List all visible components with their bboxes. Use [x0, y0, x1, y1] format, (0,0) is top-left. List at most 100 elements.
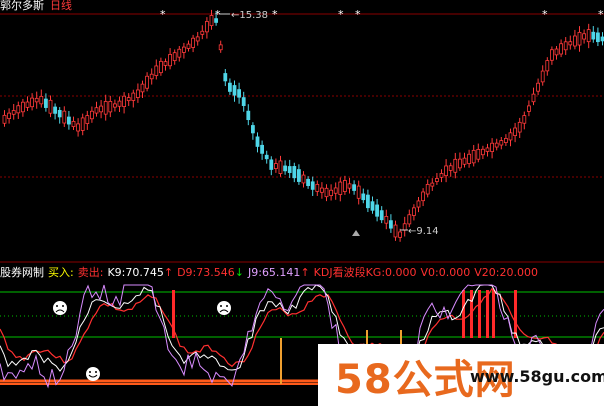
candle-body	[338, 181, 343, 195]
candle-body	[103, 101, 108, 115]
candle-body	[99, 105, 103, 113]
price-candles	[2, 9, 604, 242]
buy-signal-bar	[280, 338, 282, 384]
price-grid	[0, 13, 604, 263]
candle-body	[421, 191, 426, 202]
candle-body	[200, 30, 205, 35]
candle-body	[356, 185, 361, 199]
candle-body	[416, 200, 421, 208]
candle-body	[67, 116, 71, 125]
candle-body	[34, 97, 39, 103]
candle-body	[131, 92, 136, 101]
candle-body	[191, 37, 196, 48]
candle-body	[149, 73, 154, 80]
candle-body	[342, 180, 347, 192]
candle-body	[181, 46, 186, 53]
candle-body	[324, 187, 329, 198]
marker-star: *	[542, 8, 548, 21]
svg-text:←15.38: ←15.38	[231, 10, 268, 21]
candle-body	[2, 114, 7, 124]
candle-body	[273, 163, 278, 170]
candle-body	[140, 83, 145, 93]
buy-label: 买入:	[48, 266, 74, 279]
candle-body	[536, 82, 540, 92]
candle-body	[480, 148, 485, 156]
candle-body	[241, 97, 246, 106]
stock-name: 郭尔多斯	[0, 0, 44, 12]
candle-body	[264, 154, 269, 160]
v0-label: V0:	[420, 266, 439, 279]
candle-body	[227, 82, 232, 92]
candle-body	[402, 223, 407, 231]
k9-value: 70.745	[125, 266, 164, 279]
d9-arrow: ↓	[234, 266, 244, 279]
candle-body	[568, 41, 573, 46]
watermark-url[interactable]: www.58gu.com	[470, 367, 604, 386]
candle-body	[48, 99, 53, 114]
candle-body	[80, 117, 85, 131]
candle-body	[365, 194, 370, 209]
candle-body	[352, 184, 357, 191]
candle-body	[490, 142, 495, 152]
candle-body	[163, 61, 168, 66]
candle-body	[425, 183, 430, 195]
candle-body	[301, 174, 306, 184]
sad-face-icon	[53, 301, 67, 315]
svg-text:←9.14: ←9.14	[408, 226, 439, 237]
d9-label: D9:	[177, 266, 197, 279]
k9-label: K9:	[107, 266, 126, 279]
sell-signal-bar	[492, 290, 495, 338]
marker-star: *	[598, 8, 604, 21]
candle-body	[596, 32, 600, 43]
candle-body	[467, 153, 472, 164]
candle-body	[246, 110, 251, 121]
candle-body	[39, 95, 44, 105]
high-annotation: ←15.38	[219, 10, 268, 21]
marker-star: *	[338, 8, 344, 21]
candle-body	[255, 136, 260, 147]
candle-body	[434, 178, 439, 182]
candle-body	[361, 193, 366, 201]
candle-body	[563, 41, 568, 51]
sad-face-icon	[217, 301, 231, 315]
sell-signal-bar	[486, 290, 489, 338]
candle-body	[559, 43, 563, 55]
candle-body	[531, 93, 536, 103]
candle-body	[407, 214, 412, 225]
j9-value: 65.141	[261, 266, 301, 279]
candle-body	[379, 210, 384, 221]
candle-body	[347, 183, 352, 189]
candle-body	[411, 207, 416, 216]
candle-body	[94, 107, 99, 114]
candle-body	[53, 106, 57, 114]
candle-body	[591, 31, 596, 40]
candle-body	[76, 123, 80, 132]
candle-body	[329, 189, 334, 196]
candle-body	[16, 105, 21, 114]
candle-body	[296, 169, 301, 182]
candle-body	[195, 36, 200, 42]
candle-body	[306, 178, 311, 187]
candle-body	[550, 49, 554, 61]
indicator-name: 股券网制	[0, 266, 44, 279]
sell-signal-bar	[462, 290, 465, 338]
candle-body	[44, 98, 48, 108]
candle-body	[218, 44, 223, 51]
candle-body	[287, 166, 292, 173]
candle-body	[122, 95, 126, 107]
candle-body	[333, 187, 338, 194]
kdj-label: KDJ看波段KG:	[313, 266, 386, 279]
candle-body	[177, 48, 182, 58]
candle-body	[126, 97, 131, 102]
candle-body	[319, 187, 324, 193]
marker-star: *	[160, 8, 166, 21]
sell-label: 卖出:	[77, 266, 104, 279]
candle-body	[393, 224, 398, 238]
kg-value: 0.000	[385, 266, 417, 279]
candle-body	[232, 85, 237, 96]
candle-body	[158, 60, 163, 74]
watermark-58: 58	[335, 357, 393, 403]
candle-body	[527, 105, 531, 112]
current-marker-icon	[352, 230, 360, 236]
candle-body	[71, 120, 76, 128]
